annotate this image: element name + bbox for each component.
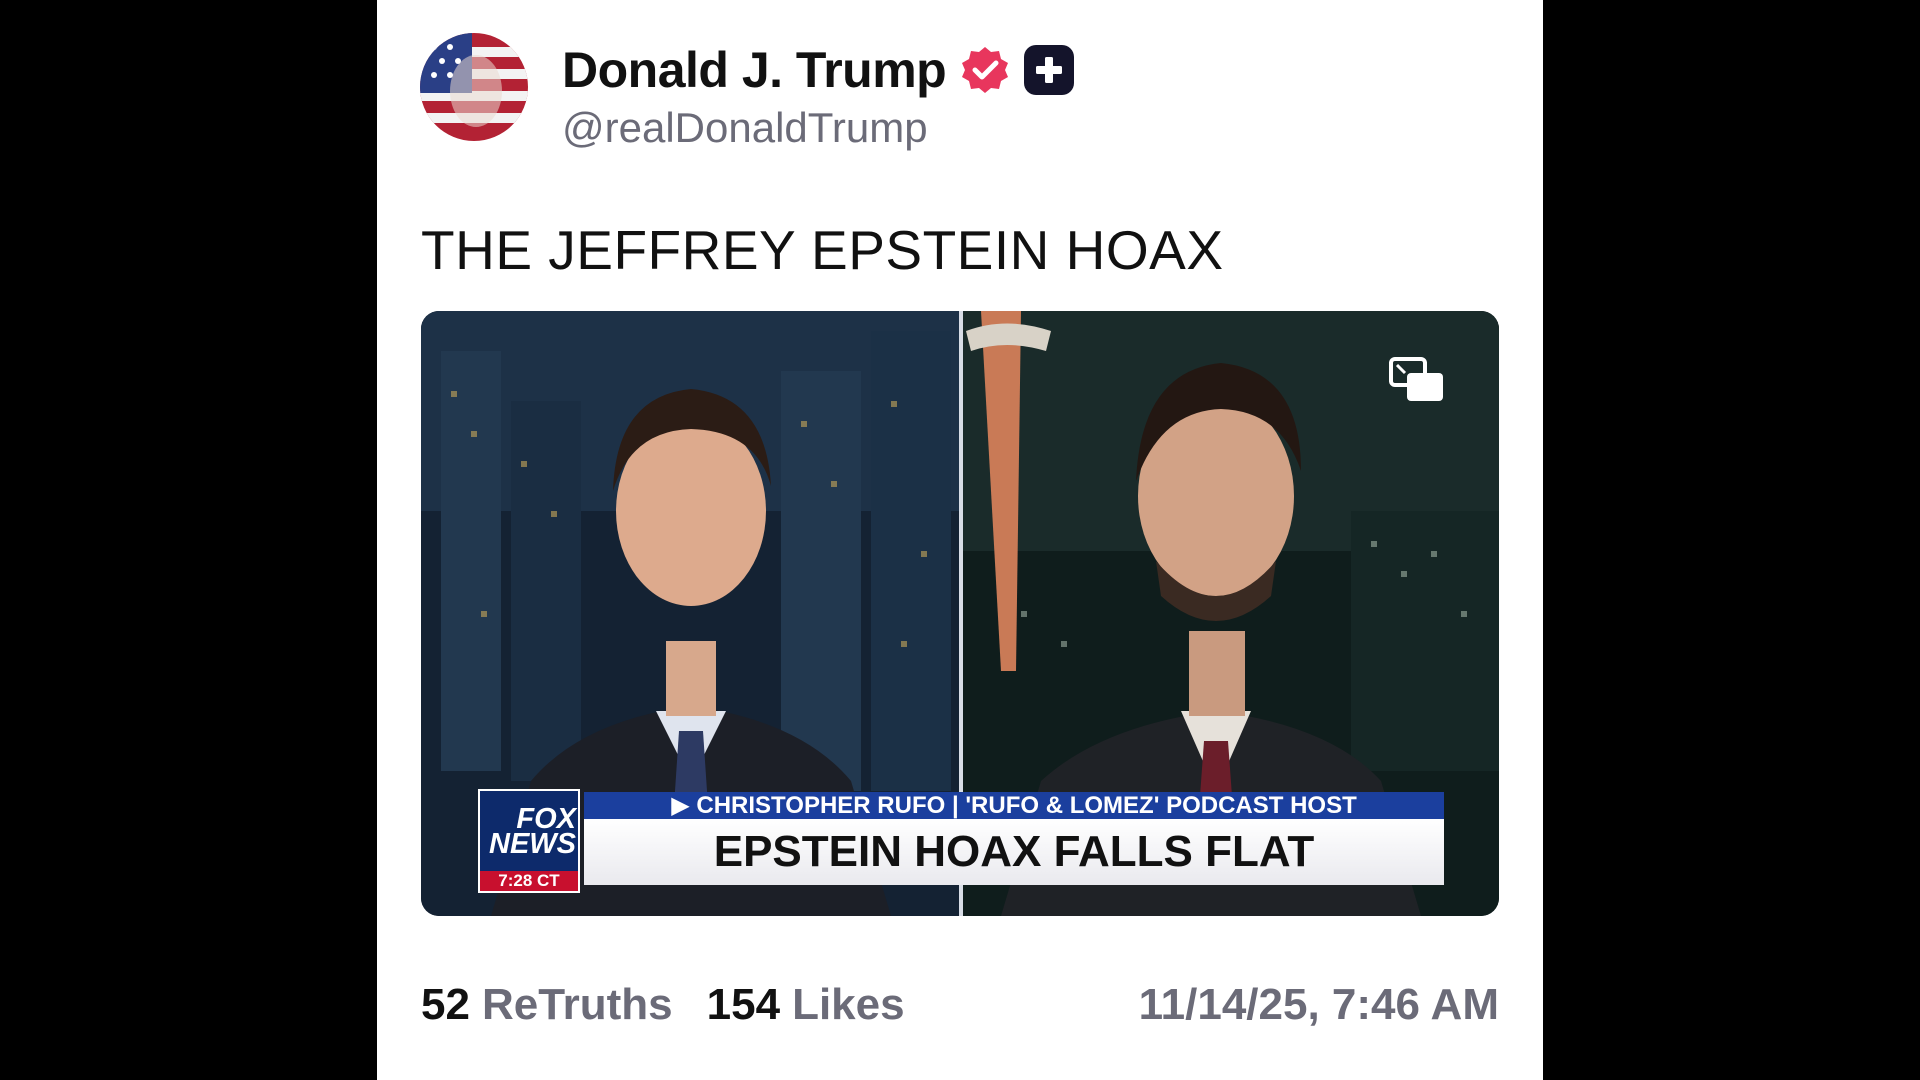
post-card: Donald J. Trump @realDonaldTrump THE JEF… [377,0,1543,1080]
retruths-count[interactable]: 52 [421,980,470,1030]
likes-label[interactable]: Likes [792,980,905,1030]
display-name[interactable]: Donald J. Trump [562,41,947,99]
likes-count[interactable]: 154 [707,980,780,1030]
avatar-image [420,33,528,141]
broadcast-time: 7:28 CT [480,871,578,891]
post-stats: 52 ReTruths 154 Likes [421,980,905,1030]
author-row: Donald J. Trump [562,38,1075,102]
picture-in-picture-icon[interactable] [1389,357,1445,403]
post-timestamp: 11/14/25, 7:46 AM [1138,980,1499,1029]
video-media[interactable]: FOX NEWS 7:28 CT ▶ CHRISTOPHER RUFO | 'RU… [421,311,1499,916]
user-handle[interactable]: @realDonaldTrump [562,104,928,152]
plus-badge-icon [1024,45,1075,95]
chyron-headline: EPSTEIN HOAX FALLS FLAT [584,819,1444,885]
verified-badge-icon [962,47,1009,93]
network-logo: FOX NEWS 7:28 CT [478,789,580,893]
chyron-subtitle: ▶ CHRISTOPHER RUFO | 'RUFO & LOMEZ' PODC… [584,792,1444,819]
avatar[interactable] [420,33,528,141]
retruths-label[interactable]: ReTruths [482,980,673,1030]
post-text: THE JEFFREY EPSTEIN HOAX [421,219,1224,281]
network-logo-text: FOX NEWS [489,803,576,860]
